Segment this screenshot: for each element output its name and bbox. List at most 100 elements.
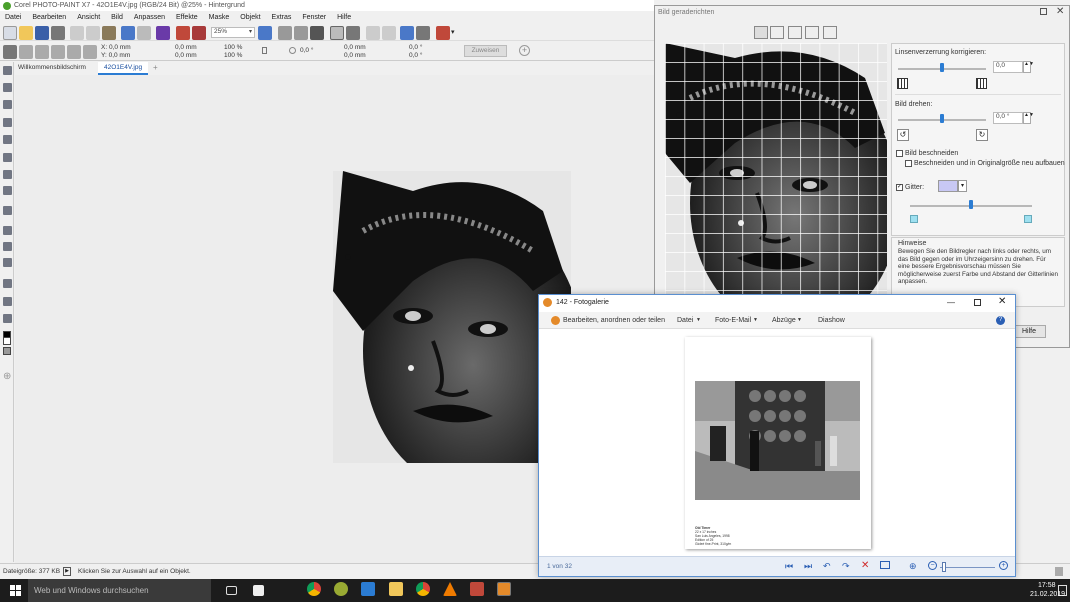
eraser-icon[interactable]	[3, 258, 12, 267]
skew-v-field[interactable]: 0,0 °	[409, 52, 422, 59]
cut-icon[interactable]	[70, 26, 84, 40]
store-icon[interactable]	[253, 585, 264, 596]
text-tool-icon[interactable]	[3, 206, 12, 215]
height-field[interactable]: 0,0 mm	[175, 52, 197, 59]
task-view-icon[interactable]	[226, 586, 237, 595]
file-menu[interactable]: Datei	[677, 317, 693, 324]
spin-icon[interactable]: ▲▼	[1023, 112, 1034, 124]
scale-y-field[interactable]: 100 %	[224, 52, 242, 59]
menu-bild[interactable]: Bild	[111, 14, 123, 21]
zoom-fit-icon[interactable]	[805, 26, 819, 39]
spin-icon[interactable]: ▲▼	[1023, 61, 1034, 73]
media-icon[interactable]	[334, 582, 348, 596]
width-field[interactable]: 0,0 mm	[175, 44, 197, 51]
chevron-down-icon[interactable]: ▾	[451, 28, 455, 36]
lens-slider-thumb[interactable]	[940, 63, 944, 72]
main-photo[interactable]	[333, 171, 571, 463]
new-icon[interactable]	[3, 26, 17, 40]
rotation-field[interactable]: 0,0 °	[300, 47, 313, 54]
grid-checkbox[interactable]: ✓	[896, 184, 903, 191]
apply-button[interactable]: Zuweisen	[464, 45, 507, 57]
skew-h-field[interactable]: 0,0 °	[409, 44, 422, 51]
menu-objekt[interactable]: Objekt	[240, 14, 260, 21]
delete-icon[interactable]: ✕	[861, 560, 869, 571]
grid-icon[interactable]	[366, 26, 380, 40]
rulers-icon[interactable]	[382, 26, 396, 40]
magic-wand-icon[interactable]	[3, 135, 12, 144]
align-icon[interactable]	[278, 26, 292, 40]
gallery-task-icon[interactable]	[497, 582, 511, 596]
center-x-field[interactable]: 0,0 mm	[344, 44, 366, 51]
clip-icon[interactable]	[310, 26, 324, 40]
lock-icon[interactable]	[262, 47, 267, 54]
zoom-tool-icon[interactable]	[3, 170, 12, 179]
menu-extras[interactable]: Extras	[272, 14, 292, 21]
zoom-in-icon[interactable]: +	[999, 561, 1008, 570]
print-icon[interactable]	[51, 26, 65, 40]
add-tool-icon[interactable]: ⊕	[3, 371, 11, 382]
skew-mode-icon[interactable]	[51, 45, 65, 59]
zoom-out-icon[interactable]	[788, 26, 802, 39]
rotate-cw-icon[interactable]: ↻	[976, 129, 988, 141]
photopaint-icon[interactable]	[470, 582, 484, 596]
pos-y[interactable]: Y: 0,0 mm	[101, 52, 130, 59]
help-button[interactable]: Hilfe	[1012, 325, 1046, 338]
lens-field[interactable]: 0,0	[993, 61, 1023, 73]
help-icon[interactable]: ?	[996, 316, 1005, 325]
scale-mode-icon[interactable]	[35, 45, 49, 59]
pos-x[interactable]: X: 0,0 mm	[101, 44, 131, 51]
organize-button[interactable]: Bearbeiten, anordnen oder teilen	[563, 317, 665, 324]
zoom-slider-thumb[interactable]	[942, 562, 946, 572]
menu-fenster[interactable]: Fenster	[302, 14, 326, 21]
zoom-fit-icon[interactable]: ⊕	[909, 561, 917, 572]
perspective-mode-icon[interactable]	[83, 45, 97, 59]
clock-time[interactable]: 17:58	[1038, 582, 1056, 589]
rectangle-tool-icon[interactable]	[3, 242, 12, 251]
status-icon[interactable]	[1055, 567, 1063, 576]
rotate-right-icon[interactable]: ↷	[842, 561, 850, 572]
rotate-mode-icon[interactable]	[19, 45, 33, 59]
first-icon[interactable]: ⏮	[785, 561, 793, 572]
pick-tool-icon[interactable]	[3, 66, 12, 75]
mask-icon[interactable]	[330, 26, 344, 40]
chrome-2-icon[interactable]	[416, 582, 430, 596]
tab-image[interactable]: 42O1E4V.jpg	[98, 62, 149, 75]
export-icon[interactable]	[192, 26, 206, 40]
eyedropper-icon[interactable]	[3, 186, 12, 195]
guides-icon[interactable]	[400, 26, 414, 40]
rotate-slider-thumb[interactable]	[940, 114, 944, 123]
zoom-select[interactable]: 25% ▾	[211, 27, 255, 38]
minimize-icon[interactable]: —	[947, 298, 955, 307]
add-icon[interactable]: +	[519, 45, 530, 56]
scale-x-field[interactable]: 100 %	[224, 44, 242, 51]
new-tab-icon[interactable]: +	[153, 63, 158, 72]
menu-effekte[interactable]: Effekte	[176, 14, 198, 21]
maximize-icon[interactable]	[1040, 8, 1047, 15]
chrome-icon[interactable]	[307, 582, 321, 596]
rotate-ccw-icon[interactable]: ↺	[897, 129, 909, 141]
menu-maske[interactable]: Maske	[209, 14, 230, 21]
menu-datei[interactable]: Datei	[5, 14, 21, 21]
menu-anpassen[interactable]: Anpassen	[134, 14, 165, 21]
menu-ansicht[interactable]: Ansicht	[77, 14, 100, 21]
transform-tool-icon[interactable]	[3, 83, 12, 92]
import-icon[interactable]	[176, 26, 190, 40]
explorer-icon[interactable]	[389, 582, 403, 596]
print-page[interactable]: Old Timer 22 x 17 inches San Luis Angele…	[685, 337, 871, 549]
copy-icon[interactable]	[86, 26, 100, 40]
play-icon[interactable]: ▶	[63, 567, 71, 576]
clone-tool-icon[interactable]	[3, 279, 12, 288]
maximize-icon[interactable]	[974, 299, 981, 306]
effect-tool-icon[interactable]	[3, 314, 12, 323]
search-box[interactable]: Web und Windows durchsuchen	[28, 579, 211, 602]
distort-mode-icon[interactable]	[67, 45, 81, 59]
tab-welcome[interactable]: Willkommensbildschirm	[14, 63, 90, 72]
redo-icon[interactable]	[137, 26, 151, 40]
undo-icon[interactable]	[121, 26, 135, 40]
transform-icon[interactable]	[294, 26, 308, 40]
swap-color-icon[interactable]	[3, 347, 11, 355]
paste-icon[interactable]	[102, 26, 116, 40]
menu-bearbeiten[interactable]: Bearbeiten	[32, 14, 66, 21]
grid-color-swatch[interactable]	[938, 180, 958, 192]
slideshow-icon[interactable]	[880, 561, 890, 569]
